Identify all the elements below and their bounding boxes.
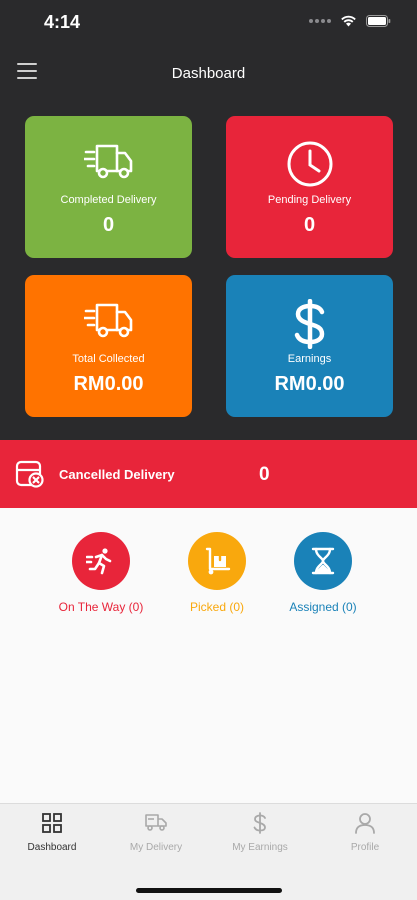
cancelled-box-icon	[15, 459, 45, 494]
tab-profile[interactable]: Profile	[313, 804, 417, 869]
page-title: Dashboard	[171, 65, 246, 82]
dashboard-cards: Completed Delivery 0 Pending Delivery 0 …	[0, 100, 417, 440]
tab-my-delivery-label: My Delivery	[129, 842, 183, 853]
tab-dashboard[interactable]: Dashboard	[0, 804, 104, 869]
hand-truck-icon	[188, 532, 246, 590]
on-the-way-button[interactable]: On The Way (0)	[46, 532, 156, 614]
delivery-truck-icon	[25, 299, 192, 347]
tab-my-earnings-label: My Earnings	[232, 842, 288, 853]
cancelled-delivery-value: 0	[259, 464, 270, 485]
dollar-icon	[226, 299, 393, 349]
battery-icon	[366, 14, 391, 27]
bottom-tab-bar: Dashboard My Delivery My Earnings Profil…	[0, 803, 417, 868]
status-section: On The Way (0) Picked (0) Assigned (0)	[0, 508, 417, 803]
assigned-button[interactable]: Assigned (0)	[268, 532, 378, 614]
pending-delivery-label: Pending Delivery	[267, 194, 352, 206]
completed-delivery-card[interactable]: Completed Delivery 0	[25, 116, 192, 258]
status-time: 4:14	[44, 12, 81, 32]
runner-icon	[72, 532, 130, 590]
tab-profile-label: Profile	[350, 842, 380, 853]
total-collected-value: RM0.00	[73, 373, 144, 395]
home-indicator-area	[0, 868, 417, 900]
tab-my-delivery[interactable]: My Delivery	[104, 804, 208, 869]
assigned-label: Assigned (0)	[289, 600, 357, 614]
earnings-label: Earnings	[287, 353, 332, 365]
pending-delivery-card[interactable]: Pending Delivery 0	[226, 116, 393, 258]
earnings-value: RM0.00	[274, 373, 345, 395]
picked-button[interactable]: Picked (0)	[162, 532, 272, 614]
grid-icon	[0, 812, 104, 836]
app-header: Dashboard	[0, 48, 417, 100]
hourglass-icon	[294, 532, 352, 590]
wifi-icon	[340, 14, 357, 27]
cancelled-delivery-label: Cancelled Delivery	[59, 467, 175, 482]
total-collected-card[interactable]: Total Collected RM0.00	[25, 275, 192, 417]
status-bar: 4:14	[0, 0, 417, 48]
user-icon	[313, 812, 417, 836]
picked-label: Picked (0)	[189, 600, 245, 614]
completed-delivery-value: 0	[102, 214, 115, 236]
total-collected-label: Total Collected	[72, 353, 145, 365]
on-the-way-label: On The Way (0)	[58, 600, 144, 614]
cancelled-delivery-row[interactable]: Cancelled Delivery 0	[0, 440, 417, 508]
home-indicator[interactable]	[136, 888, 282, 893]
earnings-card[interactable]: Earnings RM0.00	[226, 275, 393, 417]
clock-icon	[226, 140, 393, 188]
truck-icon	[104, 812, 208, 836]
tab-dashboard-label: Dashboard	[27, 842, 77, 853]
status-icons	[309, 14, 391, 27]
delivery-truck-icon	[25, 140, 192, 188]
dollar-icon	[208, 812, 312, 836]
signal-icon	[309, 18, 331, 23]
pending-delivery-value: 0	[303, 214, 316, 236]
tab-my-earnings[interactable]: My Earnings	[208, 804, 312, 869]
completed-delivery-label: Completed Delivery	[60, 194, 157, 206]
